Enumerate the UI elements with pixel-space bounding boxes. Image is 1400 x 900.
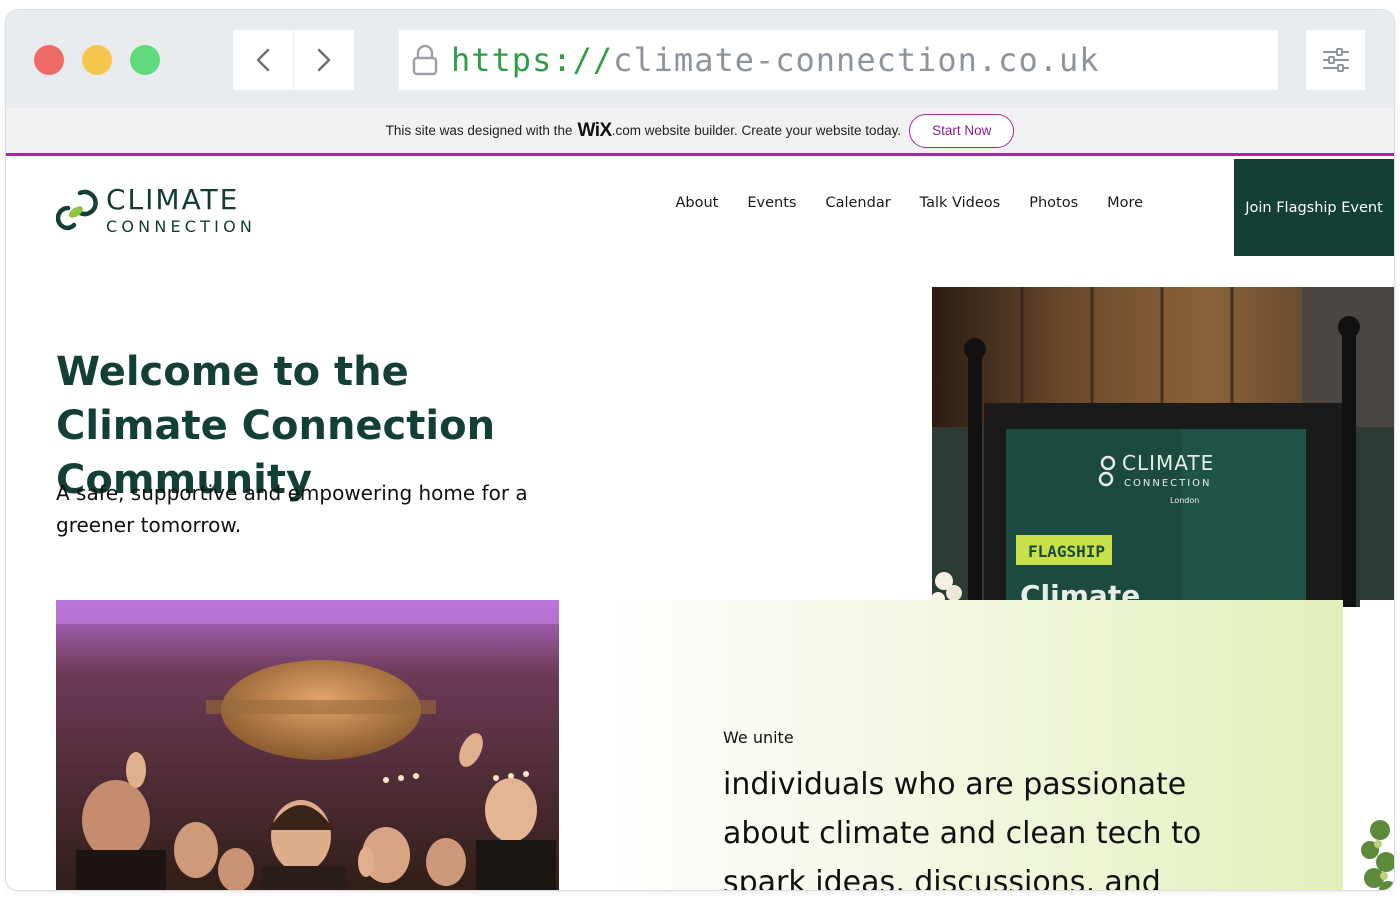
back-button[interactable]	[233, 30, 293, 90]
logo-title: CLIMATE	[106, 183, 240, 216]
website-page: CLIMATE CONNECTION About Events Calendar…	[6, 159, 1394, 890]
wix-banner: This site was designed with the WiX .com…	[6, 108, 1394, 156]
chevron-right-icon	[317, 48, 331, 72]
close-window-button[interactable]	[34, 45, 64, 75]
chevron-left-icon	[256, 48, 270, 72]
nav-photos[interactable]: Photos	[1029, 195, 1078, 211]
nav-talk-videos[interactable]: Talk Videos	[920, 195, 1001, 211]
url-text: https://climate-connection.co.uk	[451, 41, 1100, 79]
wix-banner-text-before: This site was designed with the	[385, 123, 573, 138]
sign-title: CLIMATE	[1122, 451, 1214, 475]
sign-city: London	[1170, 496, 1199, 505]
logo-subtitle: CONNECTION	[106, 217, 257, 236]
sign-subtitle: CONNECTION	[1124, 478, 1212, 489]
event-sign-photo: CLIMATE CONNECTION London FLAGSHIP Clima…	[932, 287, 1394, 607]
lock-icon	[411, 43, 439, 77]
address-bar[interactable]: https://climate-connection.co.uk	[399, 30, 1278, 90]
sliders-icon	[1322, 48, 1349, 72]
browser-window: https://climate-connection.co.uk This si…	[6, 10, 1394, 890]
mission-label: We unite	[723, 728, 794, 747]
forward-button[interactable]	[294, 30, 354, 90]
wix-logo: WiX	[577, 119, 612, 141]
minimize-window-button[interactable]	[82, 45, 112, 75]
wix-banner-text-after: .com website builder. Create your websit…	[611, 123, 902, 138]
maximize-window-button[interactable]	[130, 45, 160, 75]
mission-text: individuals who are passionate about cli…	[723, 767, 1202, 890]
community-event-photo	[56, 600, 559, 890]
logo-mark-icon	[56, 189, 98, 231]
url-host: climate-connection.co.uk	[613, 41, 1100, 79]
nav-calendar[interactable]: Calendar	[825, 195, 890, 211]
nav-about[interactable]: About	[676, 195, 719, 211]
start-now-button[interactable]: Start Now	[909, 113, 1015, 148]
crowd-illustration	[56, 600, 559, 890]
nav-events[interactable]: Events	[747, 195, 796, 211]
browser-toolbar: https://climate-connection.co.uk	[6, 10, 1394, 108]
main-navigation: About Events Calendar Talk Videos Photos…	[661, 195, 1158, 211]
url-scheme: https://	[451, 41, 614, 79]
foliage-photo-edge	[1360, 600, 1394, 890]
sign-badge: FLAGSHIP	[1028, 542, 1105, 561]
site-logo[interactable]: CLIMATE CONNECTION	[56, 183, 257, 237]
mission-card: We unite individuals who are passionate …	[602, 600, 1343, 890]
join-flagship-event-button[interactable]: Join Flagship Event	[1234, 159, 1394, 256]
event-sign-illustration: CLIMATE CONNECTION London FLAGSHIP Clima…	[932, 287, 1394, 607]
browser-settings-button[interactable]	[1306, 30, 1365, 90]
hero-subtitle: A safe, supportive and empowering home f…	[56, 481, 528, 537]
nav-more[interactable]: More	[1107, 195, 1143, 211]
